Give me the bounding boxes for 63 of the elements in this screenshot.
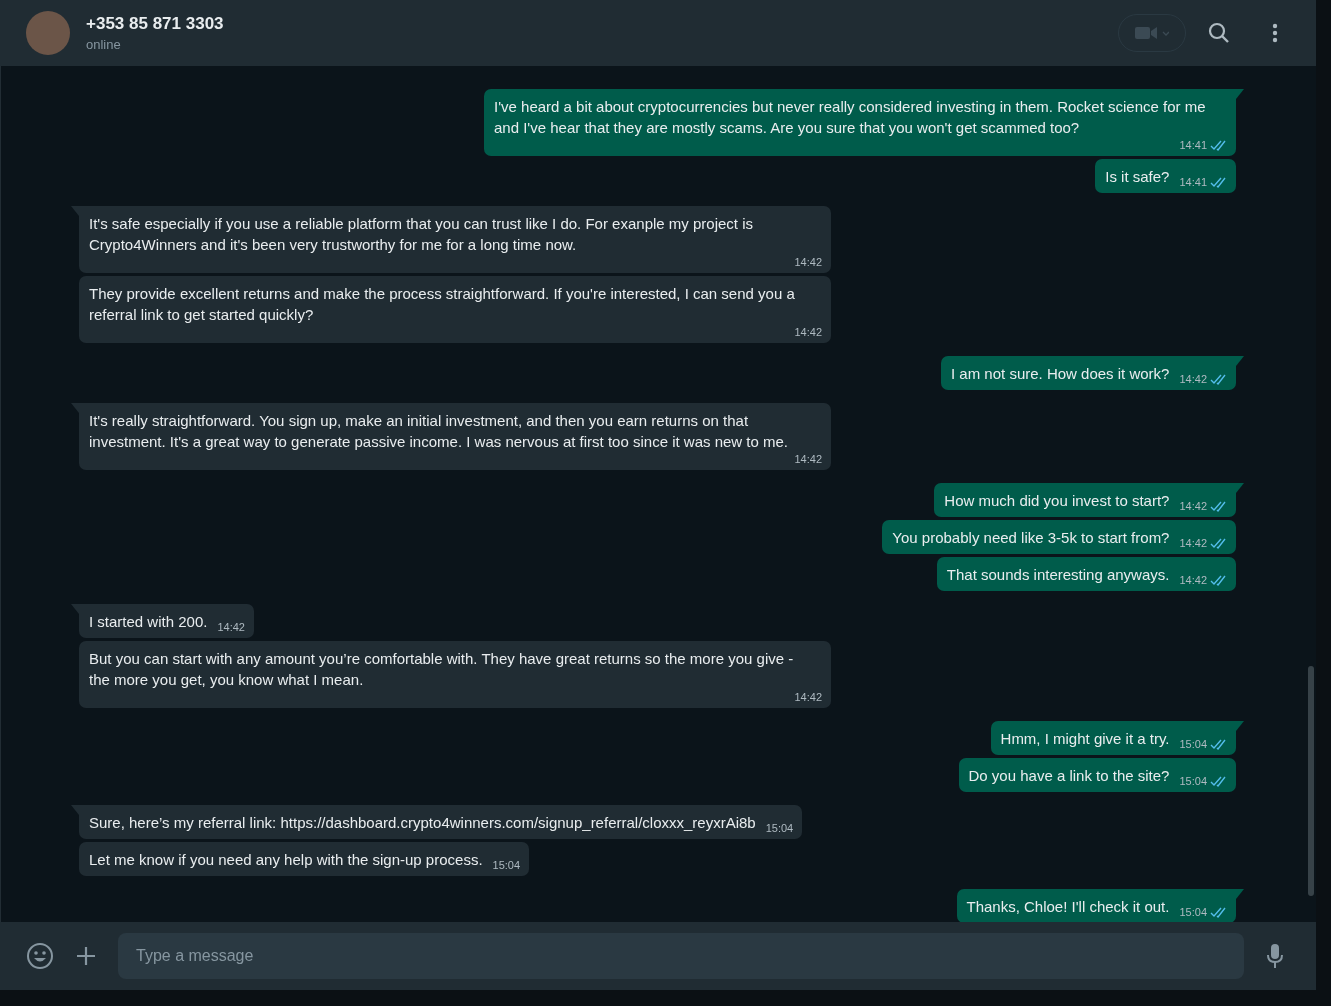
message-text: I am not sure. How does it work? (951, 364, 1170, 384)
message-time: 14:42 (1179, 372, 1207, 386)
message-text: That sounds interesting anyways. (946, 565, 1170, 585)
contact-status: online (86, 37, 122, 52)
video-camera-icon (1135, 25, 1169, 41)
message-bubble[interactable] (79, 403, 831, 470)
message-bubble[interactable]: It's safe especially if you use a reliable platform that you can trust like I do. For exanple my project is Crypto4Winners and it's been very trustworthy for me for a long time now. 14:42 (79, 206, 831, 273)
message-time: 14:42 (1179, 499, 1207, 513)
message-time: 14:41 (1179, 175, 1207, 189)
message-time: 14:42 (1179, 573, 1207, 587)
message-bubble[interactable]: They provide excellent returns and make the process straightforward. If you're interested, I can send you a referral link to get started quickly? 14:42 (79, 276, 831, 343)
message-time: 14:42 (794, 325, 822, 339)
bubble-tail (1236, 89, 1244, 99)
scrollbar[interactable] (1308, 666, 1314, 896)
message-time: 15:04 (492, 858, 521, 872)
message-text: But you can start with any amount you’re comfortable with. They have great returns so the more you give - the more you get, you know what I mean. (89, 649, 795, 690)
message-bubble[interactable]: Sure, here’s my referral link: https://dashboard.crypto4winners.com/signup_referral/cloxxx_reyxrAi8b 15:04 (79, 805, 803, 839)
message-text: They provide excellent returns and make the process straightforward. If you're interested, I can send you a referral link to get started quickly? (89, 284, 796, 325)
plus-icon[interactable] (76, 946, 96, 966)
message-bubble[interactable]: How much did you invest to start? 14:42 (934, 483, 1236, 517)
microphone-icon[interactable] (1266, 943, 1284, 969)
contact-name: +353 85 871 3303 (86, 14, 224, 34)
message-text: It's really straightforward. You sign up, make an initial investment, and then you earn returns on that investment. It's a great way to generate passive income. I was nervous at first too since it was new to me. (89, 411, 790, 452)
message-input[interactable]: Type a message (118, 933, 1244, 979)
menu-icon[interactable] (1272, 23, 1278, 43)
message-bubble[interactable]: But you can start with any amount you’re comfortable with. They have great returns so the more you give - the more you get, you know what I mean. 14:42 (79, 641, 831, 708)
message-bubble[interactable]: Let me know if you need any help with the sign-up process. 15:04 (79, 842, 530, 876)
message-bubble[interactable]: Thanks, Chloe! I'll check it out. 15:04 (956, 889, 1236, 922)
message-bubble[interactable]: Is it safe? 14:41 (1095, 159, 1236, 193)
message-text: Thanks, Chloe! I'll check it out. (966, 897, 1170, 917)
message-time: 14:41 (1179, 138, 1207, 152)
message-time: 14:42 (217, 620, 245, 634)
message-text: Do you have a link to the site? (968, 766, 1170, 786)
message-text: You probably need like 3-5k to start from? (892, 528, 1170, 548)
bubble-tail (1236, 356, 1244, 366)
message-text: I've heard a bit about cryptocurrencies but never really considered investing in them. Rocket science for me and I've hear that they are mostly scams. Are you sure that you won't get scammed too? (494, 97, 1206, 138)
message-text: It's safe especially if you use a reliable platform that you can trust like I do. For exanple my project is Crypto4Winners and it's been very trustworthy for me for a long time now. (89, 214, 754, 255)
search-icon[interactable] (1208, 22, 1230, 44)
bubble-tail (1236, 483, 1244, 493)
bubble-tail (1236, 721, 1244, 731)
message-text: How much did you invest to start? (944, 491, 1170, 511)
message-bubble[interactable]: I started with 200. 14:42 (79, 604, 254, 638)
message-text: I started with 200. (89, 612, 208, 632)
message-time: 15:04 (765, 821, 794, 835)
message-time: 15:04 (1179, 774, 1207, 788)
message-bubble[interactable] (484, 89, 1236, 156)
message-text: Let me know if you need any help with the sign-up process. (89, 850, 483, 870)
message-bubble[interactable]: You probably need like 3-5k to start from? 14:42 (882, 520, 1236, 554)
emoji-icon[interactable] (26, 942, 54, 970)
message-bubble[interactable]: That sounds interesting anyways. 14:42 (936, 557, 1236, 591)
bubble-tail (1236, 889, 1244, 899)
message-bubble[interactable]: I am not sure. How does it work? 14:42 (941, 356, 1236, 390)
message-time: 14:42 (794, 255, 822, 269)
message-bubble[interactable]: Hmm, I might give it a try. 15:04 (990, 721, 1236, 755)
message-text: Is it safe? (1105, 167, 1170, 187)
message-time: 14:42 (1179, 536, 1207, 550)
message-bubble[interactable]: Do you have a link to the site? 15:04 (958, 758, 1236, 792)
message-text: Sure, here’s my referral link: https://dashboard.crypto4winners.com/signup_referral/cloxxx_reyxrAi8b (89, 813, 756, 833)
message-time: 15:04 (1179, 905, 1207, 919)
message-time: 14:42 (794, 690, 822, 704)
message-time: 14:42 (794, 452, 822, 466)
message-time: 15:04 (1179, 737, 1207, 751)
message-text: Hmm, I might give it a try. (1000, 729, 1170, 749)
